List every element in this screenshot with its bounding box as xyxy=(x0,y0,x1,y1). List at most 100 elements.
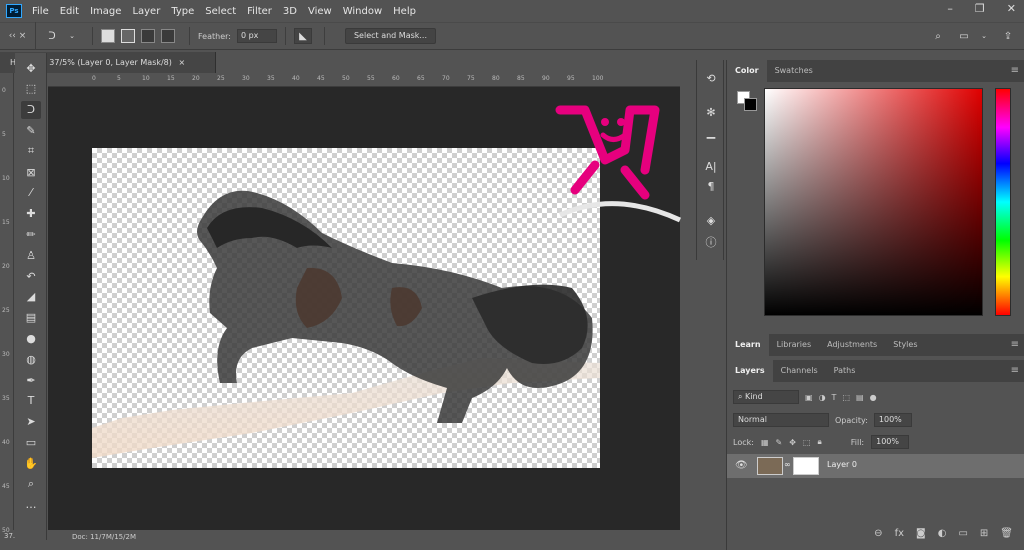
eyedropper-icon[interactable]: ⁄ xyxy=(21,184,41,202)
marquee-icon[interactable]: ⬚ xyxy=(21,80,41,98)
new-layer-icon[interactable]: ⊞ xyxy=(980,528,988,539)
eraser-icon[interactable]: ◢ xyxy=(21,288,41,306)
more-icon[interactable]: … xyxy=(21,496,41,514)
type-filter-icon[interactable]: T xyxy=(832,393,837,402)
group-icon[interactable]: ▭ xyxy=(958,528,967,539)
chevron-down-icon[interactable]: ⌄ xyxy=(64,28,80,44)
layer-mask-thumbnail[interactable] xyxy=(793,457,819,475)
tab-libraries[interactable]: Libraries xyxy=(769,334,820,356)
fx-icon[interactable]: fx xyxy=(895,528,904,539)
add-mask-icon[interactable]: ◙ xyxy=(916,528,926,539)
workspace-icon[interactable]: ▭ xyxy=(956,28,972,44)
menu-type[interactable]: Type xyxy=(171,6,194,17)
type-icon[interactable]: T xyxy=(21,392,41,410)
layer-name[interactable]: Layer 0 xyxy=(827,460,857,469)
info-icon[interactable]: ⓘ xyxy=(703,234,719,250)
background-color[interactable] xyxy=(744,98,757,111)
menu-filter[interactable]: Filter xyxy=(247,6,272,17)
kind-filter[interactable]: ⌕ Kind xyxy=(733,390,799,404)
lock-position-icon[interactable]: ✥ xyxy=(789,438,796,447)
image-filter-icon[interactable]: ▣ xyxy=(805,393,813,402)
path-select-icon[interactable]: ➤ xyxy=(21,413,41,431)
blur-icon[interactable]: ● xyxy=(21,329,41,347)
menu-layer[interactable]: Layer xyxy=(132,6,160,17)
lasso-icon[interactable]: ᑐ xyxy=(44,28,60,44)
menu-select[interactable]: Select xyxy=(205,6,236,17)
link-icon[interactable]: ∞ xyxy=(784,460,791,469)
menu-edit[interactable]: Edit xyxy=(60,6,79,17)
close-tab-icon[interactable]: × xyxy=(178,58,185,67)
add-selection-icon[interactable] xyxy=(121,29,135,43)
link-layers-icon[interactable]: ⊖ xyxy=(874,528,882,539)
lock-all-icon[interactable]: 🔒︎ xyxy=(817,437,821,447)
move-icon[interactable]: ✥ xyxy=(21,59,41,77)
subtract-selection-icon[interactable] xyxy=(141,29,155,43)
tab-paths[interactable]: Paths xyxy=(826,360,864,382)
lasso-icon[interactable]: ᑐ xyxy=(21,100,41,119)
visibility-icon[interactable]: 👁︎ xyxy=(735,460,748,471)
healing-icon[interactable]: ✚ xyxy=(21,205,41,223)
frame-icon[interactable]: ⊠ xyxy=(21,163,41,181)
doc-size[interactable]: Doc: 11/7M/15/2M xyxy=(72,533,136,541)
shape-icon[interactable]: ▭ xyxy=(21,433,41,451)
minimize-icon[interactable]: – xyxy=(947,2,953,15)
tab-color[interactable]: Color xyxy=(727,60,767,82)
histogram-icon[interactable]: ▁ xyxy=(703,124,719,140)
opacity-input[interactable]: 100% xyxy=(873,413,912,427)
zoom-icon[interactable]: ⌕ xyxy=(21,475,41,493)
restore-icon[interactable]: ❐ xyxy=(975,2,985,15)
zoom-level[interactable]: 37. xyxy=(4,532,15,540)
quick-select-icon[interactable]: ✎ xyxy=(21,121,41,139)
paragraph-icon[interactable]: ¶ xyxy=(703,178,719,194)
menu-3d[interactable]: 3D xyxy=(283,6,297,17)
search-icon[interactable]: ⌕ xyxy=(930,28,946,44)
fill-input[interactable]: 100% xyxy=(871,435,910,449)
blend-mode-select[interactable]: Normal xyxy=(733,413,829,427)
menu-view[interactable]: View xyxy=(308,6,332,17)
filter-toggle-icon[interactable]: ● xyxy=(870,393,877,402)
hue-slider[interactable] xyxy=(995,88,1011,316)
stamp-icon[interactable]: ♙ xyxy=(21,246,41,264)
chevron-down-icon[interactable]: ⌄ xyxy=(976,28,992,44)
collapse-icon[interactable]: ‹‹ × xyxy=(0,22,36,50)
panel-menu-icon[interactable]: ≡ xyxy=(1011,334,1019,356)
adjustment-layer-icon[interactable]: ◐ xyxy=(938,528,947,539)
adjust-icon[interactable]: ✻ xyxy=(703,104,719,120)
dodge-icon[interactable]: ◍ xyxy=(21,350,41,368)
tab-channels[interactable]: Channels xyxy=(773,360,826,382)
intersect-selection-icon[interactable] xyxy=(161,29,175,43)
tab-styles[interactable]: Styles xyxy=(885,334,925,356)
lock-pixels-icon[interactable]: ✎ xyxy=(776,438,783,447)
menu-help[interactable]: Help xyxy=(393,6,416,17)
new-selection-icon[interactable] xyxy=(101,29,115,43)
menu-window[interactable]: Window xyxy=(343,6,382,17)
adjustment-filter-icon[interactable]: ◑ xyxy=(819,393,826,402)
crop-icon[interactable]: ⌗ xyxy=(21,142,41,160)
panel-menu-icon[interactable]: ≡ xyxy=(1011,360,1019,382)
tab-learn[interactable]: Learn xyxy=(727,334,769,356)
gradient-icon[interactable]: ▤ xyxy=(21,309,41,327)
menu-file[interactable]: File xyxy=(32,6,49,17)
lock-transparency-icon[interactable]: ▦ xyxy=(761,438,769,447)
close-icon[interactable]: ✕ xyxy=(1007,2,1016,15)
trash-icon[interactable]: 🗑︎ xyxy=(1000,528,1013,539)
feather-input[interactable]: 0 px xyxy=(236,29,277,43)
history-icon[interactable]: ⟲ xyxy=(703,70,719,86)
color-field[interactable] xyxy=(764,88,983,316)
history-brush-icon[interactable]: ↶ xyxy=(21,267,41,285)
menu-image[interactable]: Image xyxy=(90,6,121,17)
tab-swatches[interactable]: Swatches xyxy=(767,60,821,82)
select-and-mask-button[interactable]: Select and Mask... xyxy=(344,28,437,44)
antialias-icon[interactable]: ◣ xyxy=(293,28,312,44)
hand-icon[interactable]: ✋ xyxy=(21,454,41,472)
panel-menu-icon[interactable]: ≡ xyxy=(1011,60,1019,82)
tab-adjustments[interactable]: Adjustments xyxy=(819,334,885,356)
share-icon[interactable]: ⇪ xyxy=(1000,28,1016,44)
3d-icon[interactable]: ◈ xyxy=(703,212,719,228)
layer-thumbnail[interactable] xyxy=(757,457,783,475)
layer-row[interactable]: 👁︎ ∞ Layer 0 xyxy=(727,454,1024,478)
smart-filter-icon[interactable]: ▤ xyxy=(856,393,864,402)
lock-artboard-icon[interactable]: ⬚ xyxy=(803,438,811,447)
pen-icon[interactable]: ✒ xyxy=(21,371,41,389)
brush-icon[interactable]: ✏ xyxy=(21,225,41,243)
